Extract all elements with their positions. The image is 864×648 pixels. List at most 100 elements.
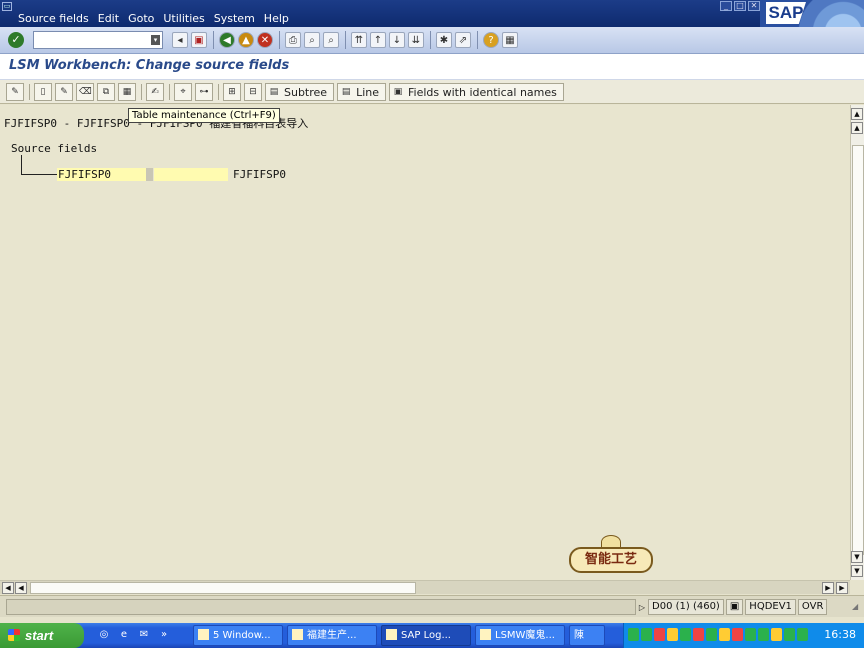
tray-app-icon[interactable] (628, 628, 639, 641)
internet-explorer-icon[interactable]: e (116, 627, 132, 643)
menu-edit[interactable]: Edit (98, 12, 119, 25)
tray-app-icon[interactable] (641, 628, 652, 641)
scroll-bottom-icon[interactable]: ▼ (851, 565, 863, 577)
table-maintenance-button[interactable]: ▦ (118, 83, 136, 101)
tray-app-icon[interactable] (745, 628, 756, 641)
menu-goto[interactable]: Goto (128, 12, 154, 25)
collapse-button[interactable]: ⊟ (244, 83, 262, 101)
cancel-icon[interactable]: ✕ (257, 32, 273, 48)
horizontal-scrollbar[interactable]: ◀ ◀ ▶ ▶ (0, 580, 850, 594)
task-windows[interactable]: 5 Window... (193, 625, 283, 646)
resize-grip-icon[interactable]: ◢ (852, 602, 862, 614)
identical-names-button[interactable]: ▣ Fields with identical names (389, 83, 564, 101)
page-title: LSM Workbench: Change source fields (9, 58, 290, 73)
status-bar: ▷ D00 (1) (460) ▣ HQDEV1 OVR ◢ (0, 595, 864, 617)
quick-launch-app-icon[interactable]: ✉ (136, 627, 152, 643)
find-icon[interactable]: ⌕ (304, 32, 320, 48)
enter-check-icon[interactable]: ✓ (8, 32, 24, 48)
quick-launch: ◎ e ✉ » (96, 627, 172, 643)
status-expand-icon[interactable]: ▷ (636, 603, 648, 612)
line-button[interactable]: ▤ Line (337, 83, 387, 101)
start-button[interactable]: start (0, 623, 84, 648)
show-desktop-icon[interactable]: ◎ (96, 627, 112, 643)
scroll-right-icon[interactable]: ▶ (822, 582, 834, 594)
scroll-top-icon[interactable]: ▲ (851, 108, 863, 120)
back-arrow-small-icon[interactable]: ◂ (172, 32, 188, 48)
copy-button[interactable]: ⧉ (97, 83, 115, 101)
server-info-icon[interactable]: ▣ (725, 599, 744, 615)
help-icon[interactable]: ? (483, 32, 499, 48)
select-button[interactable]: ⌖ (174, 83, 192, 101)
layout-menu-icon[interactable]: ▦ (502, 32, 518, 48)
command-input[interactable] (34, 32, 144, 48)
vertical-scrollbar[interactable]: ▲ ▲ ▼ ▼ (850, 105, 864, 580)
task-sap-logon[interactable]: SAP Log... (381, 625, 471, 646)
back-icon[interactable]: ◀ (219, 32, 235, 48)
task-lsmw[interactable]: LSMW魔鬼... (475, 625, 565, 646)
find-next-icon[interactable]: ⌕ (323, 32, 339, 48)
shortcut-icon[interactable]: ⇗ (455, 32, 471, 48)
toolbar-separator (218, 84, 219, 100)
minimize-icon[interactable]: _ (720, 1, 732, 11)
close-icon[interactable]: ✕ (748, 1, 760, 11)
scroll-left-icon[interactable]: ◀ (2, 582, 14, 594)
tray-app-icon[interactable] (693, 628, 704, 641)
toolbar-separator (279, 31, 280, 49)
tray-app-icon[interactable] (732, 628, 743, 641)
display-change-button[interactable]: ✎ (6, 83, 24, 101)
horizontal-scroll-thumb[interactable] (30, 582, 416, 594)
system-tray: 16:38 (623, 623, 864, 648)
tray-app-icon[interactable] (784, 628, 795, 641)
identical-names-label: Fields with identical names (408, 85, 557, 99)
edit-text-button[interactable]: ✍ (146, 83, 164, 101)
task-input-method[interactable]: 陳 (569, 625, 605, 646)
first-page-icon[interactable]: ⇈ (351, 32, 367, 48)
print-icon[interactable]: ⎙ (285, 32, 301, 48)
scroll-right-end-icon[interactable]: ▶ (836, 582, 848, 594)
tray-app-icon[interactable] (797, 628, 808, 641)
expand-button[interactable]: ⊞ (223, 83, 241, 101)
exit-icon[interactable]: ▲ (238, 32, 254, 48)
maximize-icon[interactable]: □ (734, 1, 746, 11)
new-document-icon: ▯ (40, 87, 46, 97)
vertical-scroll-thumb[interactable] (852, 145, 864, 555)
menu-utilities[interactable]: Utilities (163, 12, 204, 25)
watermark-text: 智能工艺 (569, 547, 653, 573)
line-label: Line (356, 85, 380, 99)
scroll-left-step-icon[interactable]: ◀ (15, 582, 27, 594)
menu-help[interactable]: Help (264, 12, 289, 25)
title-bar: LSM Workbench: Change source fields (0, 54, 864, 80)
previous-page-icon[interactable]: ↑ (370, 32, 386, 48)
change-button[interactable]: ✎ (55, 83, 73, 101)
source-structure-node[interactable]: FJFIFSP0 (57, 168, 147, 181)
tray-app-icon[interactable] (719, 628, 730, 641)
tray-app-icon[interactable] (667, 628, 678, 641)
command-history-dropdown-icon[interactable]: ▾ (151, 35, 160, 45)
tray-app-icon[interactable] (654, 628, 665, 641)
tray-app-icon[interactable] (680, 628, 691, 641)
insert-mode[interactable]: OVR (797, 599, 828, 615)
task-fujian[interactable]: 福建生产... (287, 625, 377, 646)
system-info: ▷ D00 (1) (460) ▣ HQDEV1 OVR (636, 599, 829, 615)
menu-source-fields[interactable]: Source fields (18, 12, 89, 25)
taskbar-clock[interactable]: 16:38 (824, 628, 856, 641)
last-page-icon[interactable]: ⇊ (408, 32, 424, 48)
delete-button[interactable]: ⌫ (76, 83, 94, 101)
hierarchy-button[interactable]: ⊶ (195, 83, 213, 101)
create-button[interactable]: ▯ (34, 83, 52, 101)
menu-system[interactable]: System (214, 12, 255, 25)
server-info: HQDEV1 (745, 599, 796, 615)
scroll-up-icon[interactable]: ▲ (851, 122, 863, 134)
tray-app-icon[interactable] (706, 628, 717, 641)
command-field[interactable]: ▾ (33, 31, 163, 49)
source-structure-description[interactable] (154, 168, 228, 181)
save-icon[interactable]: ▣ (191, 32, 207, 48)
next-page-icon[interactable]: ↓ (389, 32, 405, 48)
system-menu-icon[interactable]: ▭ (2, 2, 12, 11)
subtree-button[interactable]: ▤ Subtree (265, 83, 335, 101)
quick-launch-more-icon[interactable]: » (156, 627, 172, 643)
scroll-down-icon[interactable]: ▼ (851, 551, 863, 563)
tray-app-icon[interactable] (771, 628, 782, 641)
tray-app-icon[interactable] (758, 628, 769, 641)
create-session-icon[interactable]: ✱ (436, 32, 452, 48)
